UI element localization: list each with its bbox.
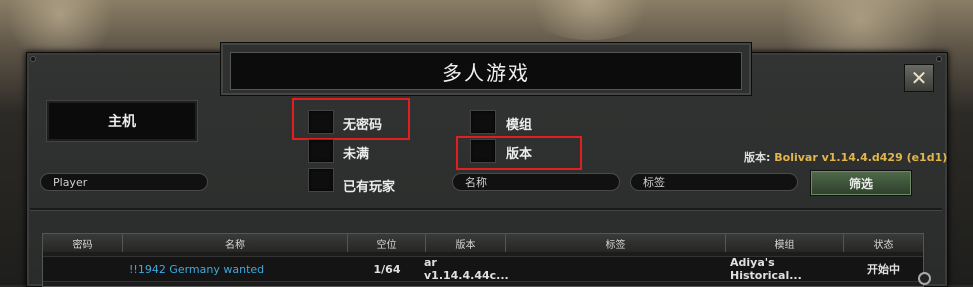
column-header-slots[interactable]: 空位 bbox=[348, 234, 426, 252]
row-password bbox=[43, 257, 123, 281]
name-search-input[interactable]: 名称 bbox=[452, 173, 620, 191]
has-players-checkbox[interactable] bbox=[308, 168, 334, 192]
highlight-box-no-password bbox=[292, 98, 410, 140]
row-slots: 1/64 bbox=[373, 262, 401, 276]
highlight-box-version bbox=[456, 136, 582, 170]
mods-label: 模组 bbox=[506, 118, 533, 133]
section-divider bbox=[30, 208, 942, 211]
row-mods: Adiya's Historical... bbox=[730, 256, 802, 282]
column-header-tags[interactable]: 标签 bbox=[506, 234, 726, 252]
not-full-label: 未满 bbox=[343, 147, 370, 162]
close-icon: ✕ bbox=[910, 66, 928, 90]
row-version: ar v1.14.4.44c... bbox=[424, 256, 509, 282]
game-version: 版本: Bolivar v1.14.4.d429 (e1d1) bbox=[744, 149, 947, 165]
column-header-mods[interactable]: 模组 bbox=[726, 234, 844, 252]
table-row[interactable]: !!1942 Germany wanted 1/64 ar v1.14.4.44… bbox=[43, 256, 923, 282]
row-status: 开始中 bbox=[867, 263, 900, 276]
close-button[interactable]: ✕ bbox=[904, 64, 934, 92]
has-players-label: 已有玩家 bbox=[343, 180, 396, 195]
server-table: 密码 名称 空位 版本 标签 模组 状态 !!1942 Germany want… bbox=[42, 233, 924, 287]
mods-checkbox[interactable] bbox=[470, 110, 496, 134]
window-title: 多人游戏 bbox=[230, 52, 742, 90]
column-header-password[interactable]: 密码 bbox=[43, 234, 123, 252]
player-name-field[interactable]: Player bbox=[40, 173, 208, 191]
not-full-checkbox[interactable] bbox=[308, 139, 334, 163]
row-tags bbox=[506, 257, 726, 281]
host-button[interactable]: 主机 bbox=[46, 100, 198, 142]
column-header-name[interactable]: 名称 bbox=[123, 234, 348, 252]
version-info-label: 版本: bbox=[744, 151, 771, 164]
row-server-name[interactable]: !!1942 Germany wanted bbox=[129, 257, 348, 281]
scrollbar-handle[interactable] bbox=[918, 272, 931, 285]
tags-search-input[interactable]: 标签 bbox=[630, 173, 798, 191]
version-info-value: Bolivar v1.14.4.d429 (e1d1) bbox=[774, 151, 948, 164]
filter-button[interactable]: 筛选 bbox=[810, 170, 912, 196]
column-header-status[interactable]: 状态 bbox=[844, 234, 923, 252]
column-header-version[interactable]: 版本 bbox=[426, 234, 506, 252]
